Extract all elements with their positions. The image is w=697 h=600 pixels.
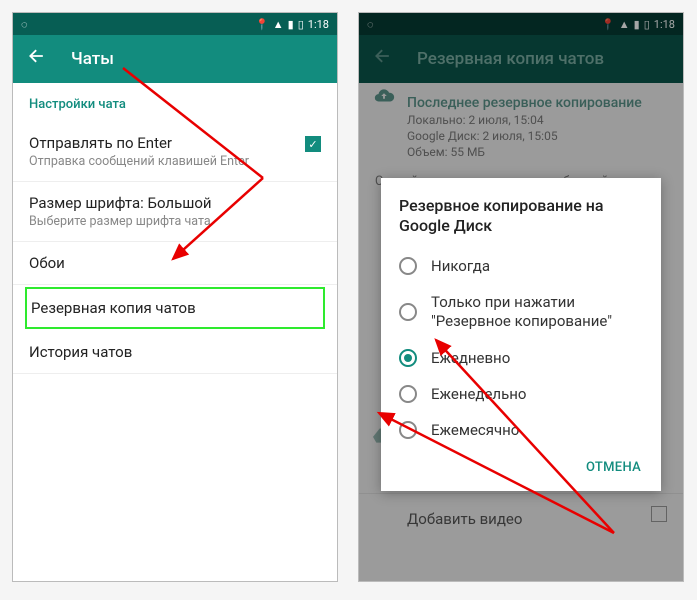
status-bar: ◌ 📍 ▲ ▮ ▯ 1:18: [13, 13, 337, 35]
dialog-title: Резервное копирование на Google Диск: [399, 196, 651, 236]
cancel-button[interactable]: ОТМЕНА: [576, 452, 651, 483]
backup-size: Объем: 55 МБ: [407, 145, 667, 159]
row-label: Обои: [29, 254, 321, 272]
radio-never[interactable]: Никогда: [399, 248, 651, 284]
back-icon[interactable]: [373, 46, 393, 70]
header: Резервная копия чатов: [359, 35, 683, 83]
radio-label: Никогда: [431, 257, 490, 275]
backup-info-title: Последнее резервное копирование: [407, 95, 667, 111]
screen-backup: ◌ 📍 ▲ ▮ ▯ 1:18 Резервная копия чатов Пос…: [358, 12, 684, 582]
row-history[interactable]: История чатов: [13, 331, 337, 374]
radio-label: Еженедельно: [431, 385, 526, 403]
location-icon: 📍: [255, 18, 269, 31]
row-sub: Отправка сообщений клавишей Enter: [29, 154, 321, 169]
back-icon[interactable]: [27, 46, 47, 70]
backup-frequency-dialog: Резервное копирование на Google Диск Ник…: [381, 178, 661, 491]
status-bar: ◌ 📍 ▲ ▮ ▯ 1:18: [359, 13, 683, 35]
header-title: Чаты: [71, 49, 114, 69]
radio-label: Только при нажатии "Резервное копировани…: [431, 293, 651, 331]
backup-gdrive: Google Диск: 2 июля, 15:05: [407, 129, 667, 143]
cloud-upload-icon: [373, 85, 395, 111]
radio-checked-icon: [399, 349, 417, 367]
radio-label: Ежемесячно: [431, 421, 519, 439]
whatsapp-icon: ◌: [21, 18, 28, 31]
location-icon: 📍: [601, 18, 615, 31]
row-label: Размер шрифта: Большой: [29, 194, 321, 212]
section-title: Настройки чата: [13, 83, 337, 122]
signal-icon: ▲: [619, 18, 630, 31]
radio-daily[interactable]: Ежедневно: [399, 340, 651, 376]
row-label: Отправлять по Enter: [29, 134, 321, 152]
whatsapp-icon: ◌: [367, 18, 374, 31]
wifi-icon: ▮: [634, 18, 640, 31]
header: Чаты: [13, 35, 337, 83]
clock: 1:18: [654, 18, 675, 31]
setting-label: Добавить видео: [407, 510, 667, 528]
battery-icon: ▯: [644, 18, 650, 31]
signal-icon: ▲: [273, 18, 284, 31]
radio-unchecked-icon: [399, 303, 417, 321]
radio-onpress[interactable]: Только при нажатии "Резервное копировани…: [399, 284, 651, 340]
clock: 1:18: [308, 18, 329, 31]
radio-unchecked-icon: [399, 385, 417, 403]
radio-weekly[interactable]: Еженедельно: [399, 376, 651, 412]
row-send-enter[interactable]: Отправлять по Enter Отправка сообщений к…: [13, 122, 337, 182]
backup-info: Последнее резервное копирование Локально…: [359, 83, 683, 163]
radio-unchecked-icon: [399, 257, 417, 275]
checkbox-unchecked-icon[interactable]: [651, 506, 667, 522]
row-label: Резервная копия чатов: [31, 299, 319, 317]
battery-icon: ▯: [298, 18, 304, 31]
radio-label: Ежедневно: [431, 349, 510, 367]
row-label: История чатов: [29, 343, 321, 361]
row-wallpaper[interactable]: Обои: [13, 242, 337, 285]
radio-unchecked-icon: [399, 421, 417, 439]
header-title: Резервная копия чатов: [417, 49, 604, 69]
screen-chats: ◌ 📍 ▲ ▮ ▯ 1:18 Чаты Настройки чата Отпра…: [12, 12, 338, 582]
setting-video[interactable]: Добавить видео: [359, 493, 683, 534]
row-sub: Выберите размер шрифта чата: [29, 214, 321, 229]
checkbox-checked-icon[interactable]: ✓: [305, 136, 321, 152]
radio-monthly[interactable]: Ежемесячно: [399, 412, 651, 448]
row-backup-highlighted[interactable]: Резервная копия чатов: [25, 287, 325, 329]
row-font[interactable]: Размер шрифта: Большой Выберите размер ш…: [13, 182, 337, 242]
wifi-icon: ▮: [288, 18, 294, 31]
backup-local: Локально: 2 июля, 15:04: [407, 113, 667, 127]
